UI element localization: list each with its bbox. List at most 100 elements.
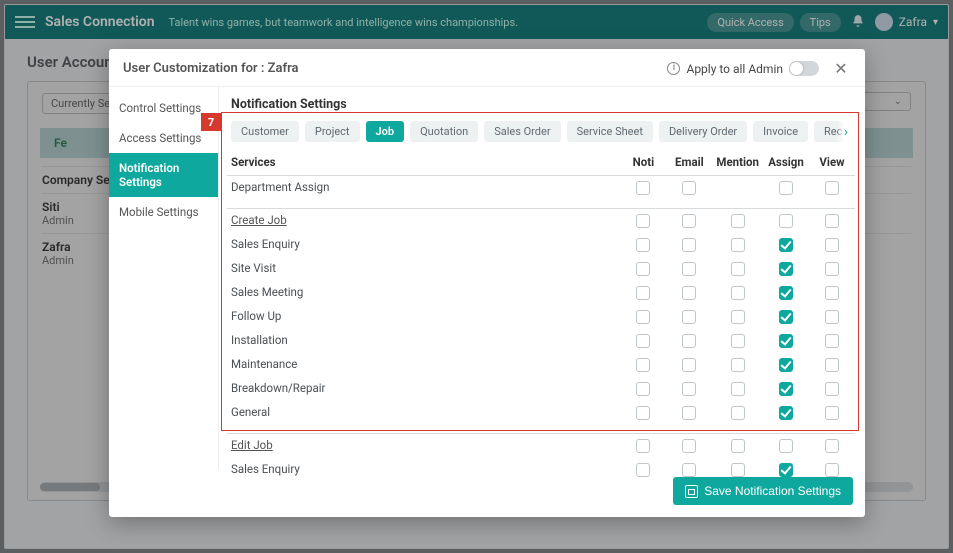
sidebar-item-mobile[interactable]: Mobile Settings (109, 197, 218, 227)
checkbox[interactable] (731, 439, 745, 453)
table-row: Follow Up (227, 304, 855, 328)
checkbox[interactable] (779, 406, 793, 420)
checkbox[interactable] (682, 334, 696, 348)
checkbox[interactable] (825, 286, 839, 300)
service-label: Breakdown/Repair (227, 376, 620, 400)
tab-service-sheet[interactable]: Service Sheet (567, 121, 653, 142)
checkbox[interactable] (636, 406, 650, 420)
checkbox[interactable] (636, 214, 650, 228)
checkbox[interactable] (731, 382, 745, 396)
apply-all-label: Apply to all Admin (686, 62, 783, 76)
checkbox[interactable] (731, 310, 745, 324)
checkbox[interactable] (682, 382, 696, 396)
checkbox[interactable] (636, 334, 650, 348)
table-row: Maintenance (227, 352, 855, 376)
checkbox[interactable] (779, 463, 793, 477)
checkbox[interactable] (825, 262, 839, 276)
checkbox[interactable] (731, 358, 745, 372)
checkbox[interactable] (731, 214, 745, 228)
close-icon[interactable]: ✕ (831, 59, 851, 78)
service-label: Create Job (227, 208, 620, 232)
tab-delivery-order[interactable]: Delivery Order (659, 121, 747, 142)
checkbox[interactable] (779, 238, 793, 252)
checkbox[interactable] (636, 310, 650, 324)
checkbox[interactable] (779, 334, 793, 348)
checkbox[interactable] (731, 406, 745, 420)
table-row: Site Visit (227, 256, 855, 280)
checkbox[interactable] (682, 238, 696, 252)
checkbox[interactable] (636, 382, 650, 396)
table-row: Sales Enquiry (227, 232, 855, 256)
col-assign: Assign (763, 149, 809, 176)
checkbox[interactable] (682, 262, 696, 276)
service-label: Department Assign (227, 176, 620, 200)
table-row: Sales Meeting (227, 280, 855, 304)
service-label: Maintenance (227, 352, 620, 376)
checkbox[interactable] (731, 238, 745, 252)
tab-invoice[interactable]: Invoice (753, 121, 808, 142)
table-row: Installation (227, 328, 855, 352)
checkbox[interactable] (682, 310, 696, 324)
checkbox[interactable] (636, 238, 650, 252)
table-row: Create Job (227, 208, 855, 232)
sidebar-item-notification[interactable]: Notification Settings (109, 153, 218, 197)
checkbox[interactable] (636, 463, 650, 477)
apply-all-toggle[interactable] (789, 61, 819, 76)
checkbox[interactable] (825, 358, 839, 372)
tab-quotation[interactable]: Quotation (410, 121, 478, 142)
checkbox[interactable] (825, 238, 839, 252)
checkbox[interactable] (825, 382, 839, 396)
save-notification-settings-button[interactable]: Save Notification Settings (673, 477, 853, 505)
checkbox[interactable] (636, 439, 650, 453)
checkbox[interactable] (731, 262, 745, 276)
modal-title-prefix: User Customization for : (123, 61, 268, 76)
service-label: Follow Up (227, 304, 620, 328)
checkbox[interactable] (682, 439, 696, 453)
checkbox[interactable] (779, 382, 793, 396)
section-title: Notification Settings (227, 95, 855, 120)
tab-sales-order[interactable]: Sales Order (484, 121, 560, 142)
checkbox[interactable] (779, 181, 793, 195)
checkbox[interactable] (731, 286, 745, 300)
checkbox[interactable] (825, 439, 839, 453)
checkbox[interactable] (779, 310, 793, 324)
checkbox[interactable] (731, 334, 745, 348)
user-customization-modal: User Customization for : Zafra i Apply t… (109, 49, 865, 517)
tab-job[interactable]: Job (366, 121, 405, 142)
checkbox[interactable] (779, 262, 793, 276)
table-row: Sales Enquiry (227, 457, 855, 478)
checkbox[interactable] (636, 181, 650, 195)
checkbox[interactable] (825, 181, 839, 195)
checkbox[interactable] (682, 463, 696, 477)
service-label: Sales Meeting (227, 280, 620, 304)
checkbox[interactable] (682, 406, 696, 420)
checkbox[interactable] (682, 181, 696, 195)
tab-customer[interactable]: Customer (231, 121, 299, 142)
checkbox[interactable] (636, 286, 650, 300)
checkbox[interactable] (682, 214, 696, 228)
modal-title: User Customization for : Zafra (123, 61, 299, 76)
checkbox[interactable] (636, 358, 650, 372)
service-label: Site Visit (227, 256, 620, 280)
step-number-badge: 7 (201, 113, 221, 131)
save-button-label: Save Notification Settings (704, 484, 841, 498)
checkbox[interactable] (825, 214, 839, 228)
service-label: Edit Job (227, 433, 620, 457)
checkbox[interactable] (779, 286, 793, 300)
tab-project[interactable]: Project (305, 121, 360, 142)
checkbox[interactable] (731, 463, 745, 477)
checkbox[interactable] (825, 463, 839, 477)
checkbox[interactable] (779, 439, 793, 453)
col-view: View (809, 149, 855, 176)
tabs-scroll-right[interactable]: › (837, 120, 855, 144)
checkbox[interactable] (779, 358, 793, 372)
checkbox[interactable] (682, 286, 696, 300)
table-row: Edit Job (227, 433, 855, 457)
checkbox[interactable] (825, 334, 839, 348)
checkbox[interactable] (779, 214, 793, 228)
checkbox[interactable] (825, 406, 839, 420)
checkbox[interactable] (682, 358, 696, 372)
info-icon[interactable]: i (667, 62, 680, 75)
checkbox[interactable] (825, 310, 839, 324)
checkbox[interactable] (636, 262, 650, 276)
